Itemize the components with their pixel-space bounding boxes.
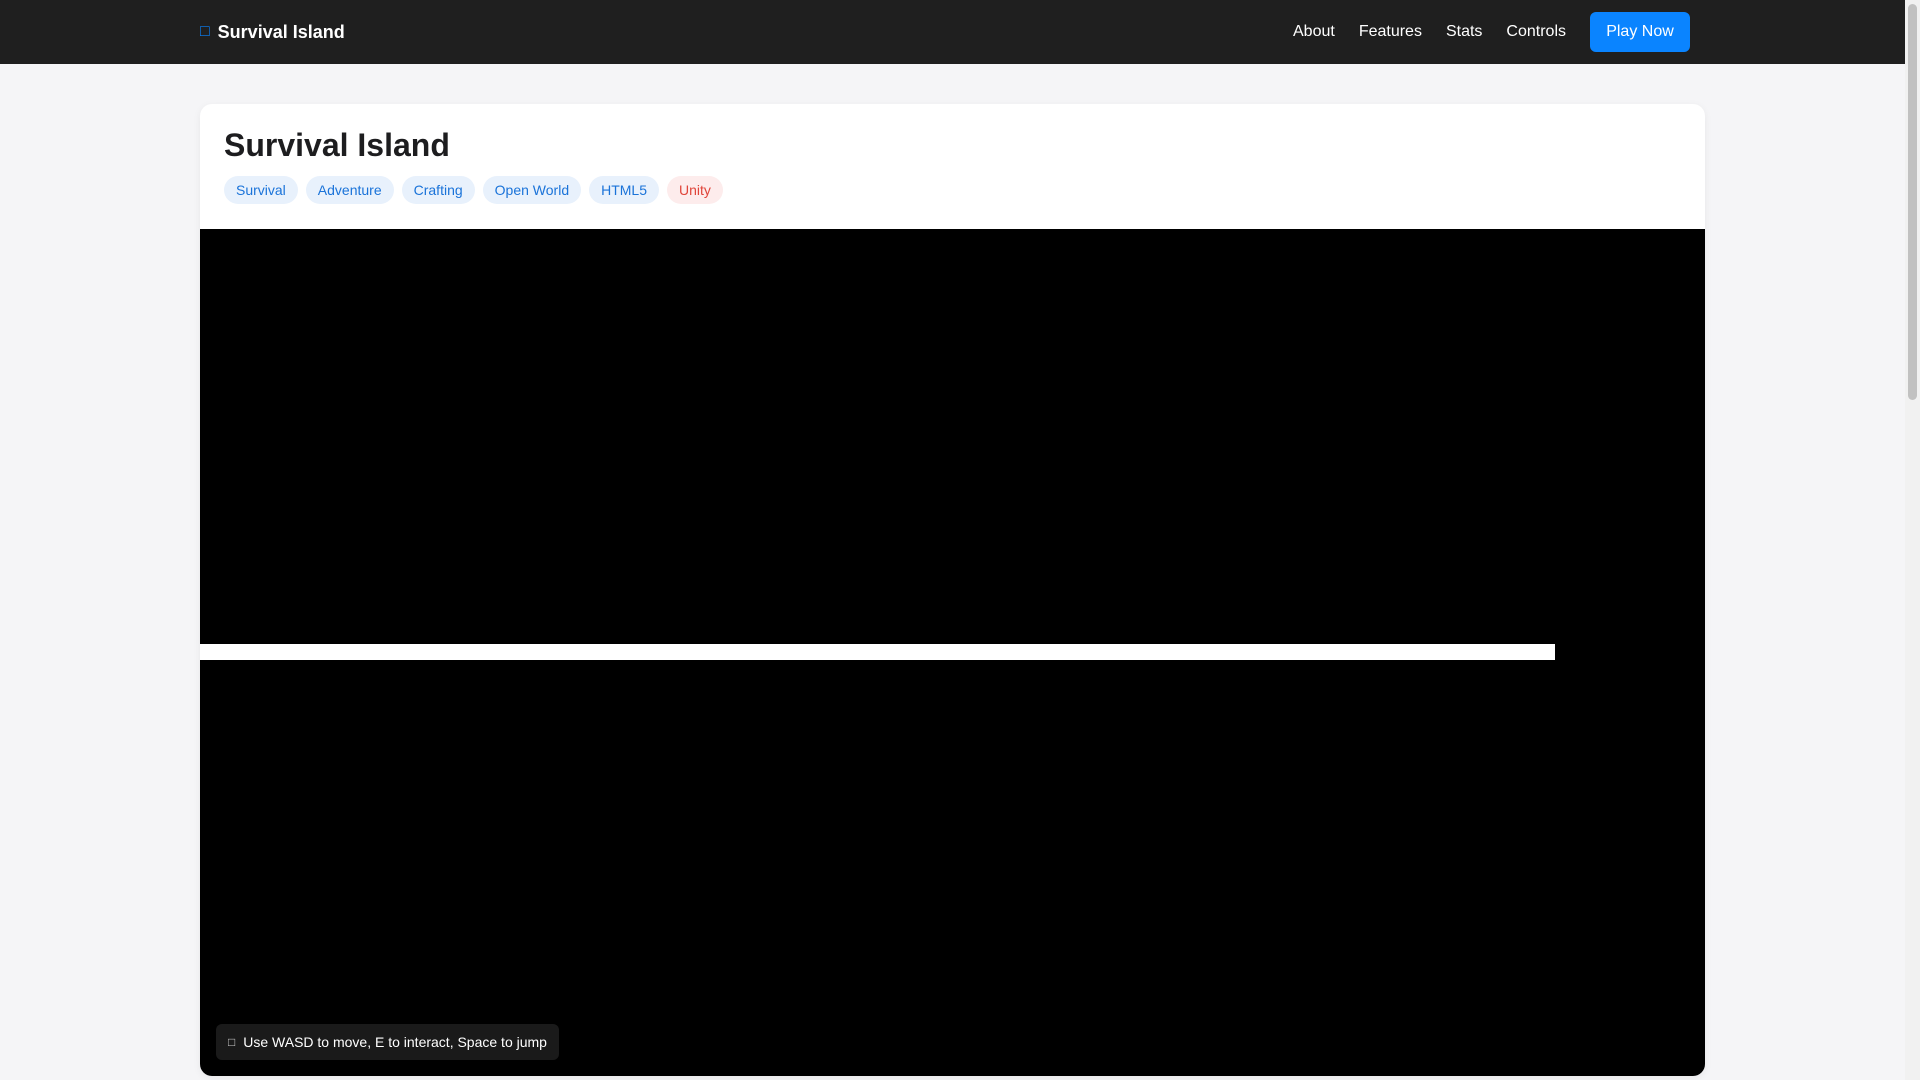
controls-hint: □ Use WASD to move, E to interact, Space… (216, 1024, 559, 1060)
keyboard-icon: □ (228, 1035, 236, 1049)
tag-open-world: Open World (482, 176, 582, 205)
tag-html5: HTML5 (589, 176, 660, 205)
play-now-button[interactable]: Play Now (1590, 12, 1690, 52)
gamepad-icon: □ (200, 23, 210, 40)
top-navbar: □ Survival Island About Features Stats C… (0, 0, 1905, 64)
tag-crafting: Crafting (401, 176, 475, 205)
nav-link-controls[interactable]: Controls (1506, 23, 1566, 41)
controls-hint-text: Use WASD to move, E to interact, Space t… (243, 1034, 547, 1050)
brand-link[interactable]: □ Survival Island (200, 0, 345, 64)
nav-link-about[interactable]: About (1293, 23, 1335, 41)
scrollbar-thumb[interactable] (1908, 4, 1917, 400)
game-title: Survival Island (224, 127, 450, 163)
brand-name: Survival Island (217, 21, 345, 42)
page-scrollbar[interactable] (1905, 0, 1920, 1080)
nav-links: About Features Stats Controls Play Now (1269, 0, 1690, 64)
tag-adventure: Adventure (305, 176, 394, 205)
game-card: Survival Island Survival Adventure Craft… (200, 104, 1705, 1076)
tag-unity: Unity (667, 176, 723, 205)
game-canvas[interactable]: □ Use WASD to move, E to interact, Space… (200, 229, 1705, 1076)
tag-survival: Survival (224, 176, 298, 205)
game-header: Survival Island Survival Adventure Craft… (200, 104, 1705, 229)
nav-link-features[interactable]: Features (1359, 23, 1422, 41)
nav-link-stats[interactable]: Stats (1446, 23, 1482, 41)
tag-list: Survival Adventure Crafting Open World H… (224, 176, 1681, 205)
loading-progress-bar (200, 644, 1555, 660)
